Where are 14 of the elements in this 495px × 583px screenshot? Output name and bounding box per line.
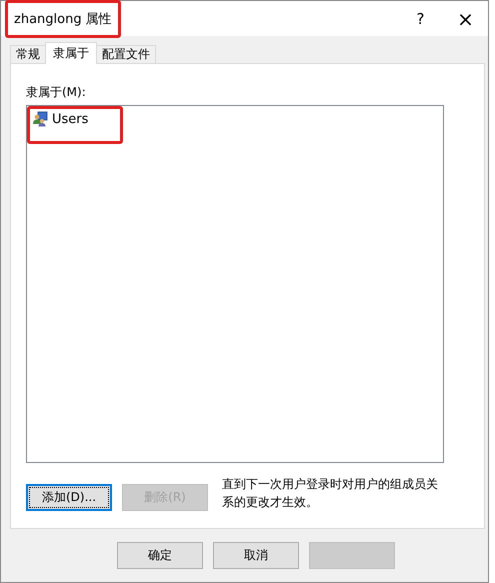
note-text: 直到下一次用户登录时对用户的组成员关系的更改才生效。	[222, 476, 439, 511]
action-button[interactable]: 添加(D)...	[26, 484, 112, 511]
window-title: zhanglong 属性	[5, 0, 121, 38]
close-button[interactable]: ×	[443, 2, 488, 36]
tab[interactable]: 常规	[10, 45, 46, 63]
help-button[interactable]: ?	[398, 2, 443, 36]
users-icon	[32, 111, 48, 127]
tab[interactable]: 隶属于	[45, 42, 97, 64]
dialog-button[interactable]: 确定	[117, 542, 203, 569]
tab[interactable]: 配置文件	[96, 45, 156, 63]
group-list[interactable]: Users	[26, 105, 444, 463]
list-label: 隶属于(M):	[26, 84, 87, 101]
dialog-button[interactable]: 取消	[213, 542, 299, 569]
list-item[interactable]: Users	[27, 106, 124, 144]
